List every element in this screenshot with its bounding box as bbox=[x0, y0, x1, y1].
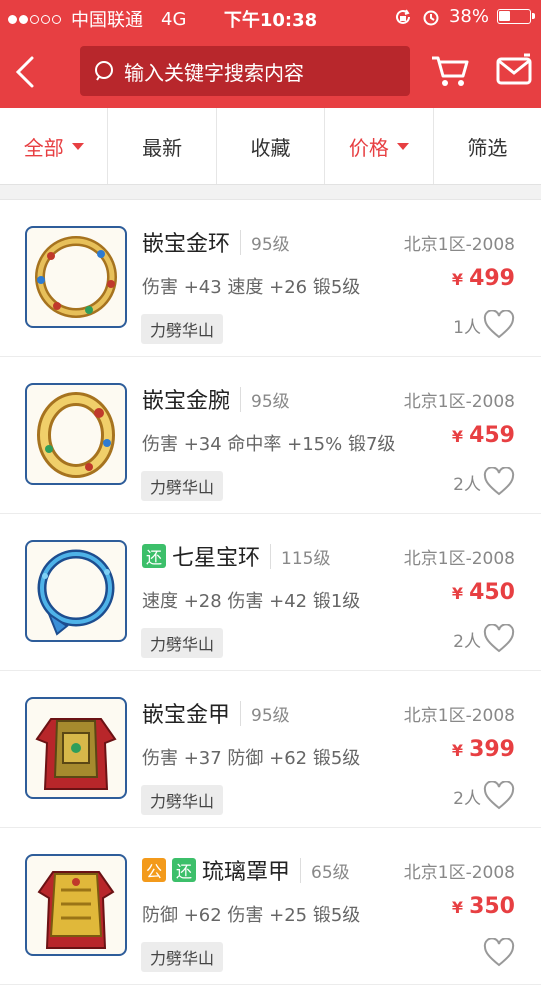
rotation-lock-icon bbox=[396, 8, 410, 24]
filter-favorites[interactable]: 收藏 bbox=[217, 108, 326, 184]
top-bar: 中国联通 4G 下午10:38 38% 输入关键字搜索内容 bbox=[0, 0, 541, 108]
status-bar: 中国联通 4G 下午10:38 38% bbox=[0, 0, 541, 36]
favorite-count: 1人 bbox=[453, 317, 481, 338]
search-placeholder: 输入关键字搜索内容 bbox=[124, 60, 304, 85]
dropdown-caret-icon bbox=[396, 142, 409, 150]
item-price: ¥350 bbox=[451, 894, 515, 919]
item-price: ¥459 bbox=[451, 423, 515, 448]
item-list: 嵌宝金环 95级 北京1区-2008 伤害 +43 速度 +26 锻5级 ¥49… bbox=[0, 200, 541, 985]
filter-screen-label: 筛选 bbox=[467, 135, 508, 160]
item-level: 95级 bbox=[240, 386, 290, 412]
filter-newest[interactable]: 最新 bbox=[108, 108, 217, 184]
item-name: 嵌宝金腕 bbox=[142, 389, 231, 414]
heart-icon bbox=[483, 624, 515, 653]
search-icon bbox=[95, 61, 113, 81]
item-price: ¥399 bbox=[451, 737, 515, 762]
list-item[interactable]: 嵌宝金腕 95级 北京1区-2008 伤害 +34 命中率 +15% 锻7级 ¥… bbox=[0, 357, 541, 514]
item-skill-tag: 力劈华山 bbox=[141, 471, 224, 501]
item-price: ¥499 bbox=[451, 266, 515, 291]
battery-icon bbox=[497, 9, 535, 24]
favorite-button[interactable] bbox=[481, 938, 515, 968]
gold-bracelet-icon bbox=[25, 383, 127, 485]
favorite-count: 2人 bbox=[453, 631, 481, 652]
favorite-button[interactable]: 2人 bbox=[453, 467, 515, 497]
search-input[interactable]: 输入关键字搜索内容 bbox=[80, 46, 410, 96]
favorite-count: 2人 bbox=[453, 474, 481, 495]
item-level: 65级 bbox=[300, 857, 350, 883]
item-attributes: 伤害 +37 防御 +62 锻5级 bbox=[142, 748, 361, 769]
item-attributes: 防御 +62 伤害 +25 锻5级 bbox=[142, 905, 361, 926]
filter-all[interactable]: 全部 bbox=[0, 108, 109, 184]
gold-ring-icon bbox=[25, 226, 127, 328]
blue-ring-icon bbox=[25, 540, 127, 642]
section-divider bbox=[0, 185, 541, 200]
filter-price[interactable]: 价格 bbox=[325, 108, 434, 184]
item-attributes: 速度 +28 伤害 +42 锻1级 bbox=[142, 591, 361, 612]
item-level: 95级 bbox=[240, 700, 290, 726]
badge-return: 还 bbox=[172, 858, 196, 882]
dropdown-caret-icon bbox=[71, 142, 84, 150]
filter-price-label: 价格 bbox=[348, 135, 389, 160]
item-skill-tag: 力劈华山 bbox=[141, 942, 224, 972]
filter-all-label: 全部 bbox=[23, 135, 64, 160]
filter-newest-label: 最新 bbox=[142, 135, 183, 160]
item-attributes: 伤害 +43 速度 +26 锻5级 bbox=[142, 277, 361, 298]
item-skill-tag: 力劈华山 bbox=[141, 314, 224, 344]
heart-icon bbox=[483, 938, 515, 967]
favorite-count: 2人 bbox=[453, 788, 481, 809]
heart-icon bbox=[483, 310, 515, 339]
item-level: 115级 bbox=[270, 543, 330, 569]
alarm-icon bbox=[423, 10, 439, 25]
item-server: 北京1区-2008 bbox=[403, 235, 515, 255]
list-item[interactable]: 嵌宝金环 95级 北京1区-2008 伤害 +43 速度 +26 锻5级 ¥49… bbox=[0, 200, 541, 357]
item-name: 琉璃罩甲 bbox=[202, 860, 291, 885]
heart-icon bbox=[483, 467, 515, 496]
item-name: 嵌宝金环 bbox=[142, 232, 231, 257]
list-item[interactable]: 还 七星宝环 115级 北京1区-2008 速度 +28 伤害 +42 锻1级 … bbox=[0, 514, 541, 671]
message-icon[interactable] bbox=[496, 52, 532, 88]
favorite-button[interactable]: 2人 bbox=[453, 781, 515, 811]
list-item[interactable]: 公 还 琉璃罩甲 65级 北京1区-2008 防御 +62 伤害 +25 锻5级… bbox=[0, 828, 541, 985]
badge-public: 公 bbox=[142, 858, 166, 882]
item-skill-tag: 力劈华山 bbox=[141, 628, 224, 658]
favorite-button[interactable]: 2人 bbox=[453, 624, 515, 654]
badge-return: 还 bbox=[142, 544, 166, 568]
armor-icon bbox=[25, 697, 127, 799]
item-name: 七星宝环 bbox=[172, 546, 261, 571]
item-server: 北京1区-2008 bbox=[403, 863, 515, 883]
item-attributes: 伤害 +34 命中率 +15% 锻7级 bbox=[142, 434, 396, 455]
filter-favorites-label: 收藏 bbox=[250, 135, 291, 160]
golden-armor-icon bbox=[25, 854, 127, 956]
back-icon[interactable] bbox=[10, 52, 40, 92]
list-item[interactable]: 嵌宝金甲 95级 北京1区-2008 伤害 +37 防御 +62 锻5级 ¥39… bbox=[0, 671, 541, 828]
item-server: 北京1区-2008 bbox=[403, 549, 515, 569]
heart-icon bbox=[483, 781, 515, 810]
filter-bar: 全部 最新 收藏 价格 筛选 bbox=[0, 108, 541, 185]
item-level: 95级 bbox=[240, 229, 290, 255]
cart-icon[interactable] bbox=[430, 50, 470, 90]
filter-screen[interactable]: 筛选 bbox=[434, 108, 541, 184]
battery-percent: 38% bbox=[448, 6, 489, 27]
item-price: ¥450 bbox=[451, 580, 515, 605]
item-skill-tag: 力劈华山 bbox=[141, 785, 224, 815]
favorite-button[interactable]: 1人 bbox=[453, 310, 515, 340]
item-server: 北京1区-2008 bbox=[403, 392, 515, 412]
item-name: 嵌宝金甲 bbox=[142, 703, 231, 728]
item-server: 北京1区-2008 bbox=[403, 706, 515, 726]
